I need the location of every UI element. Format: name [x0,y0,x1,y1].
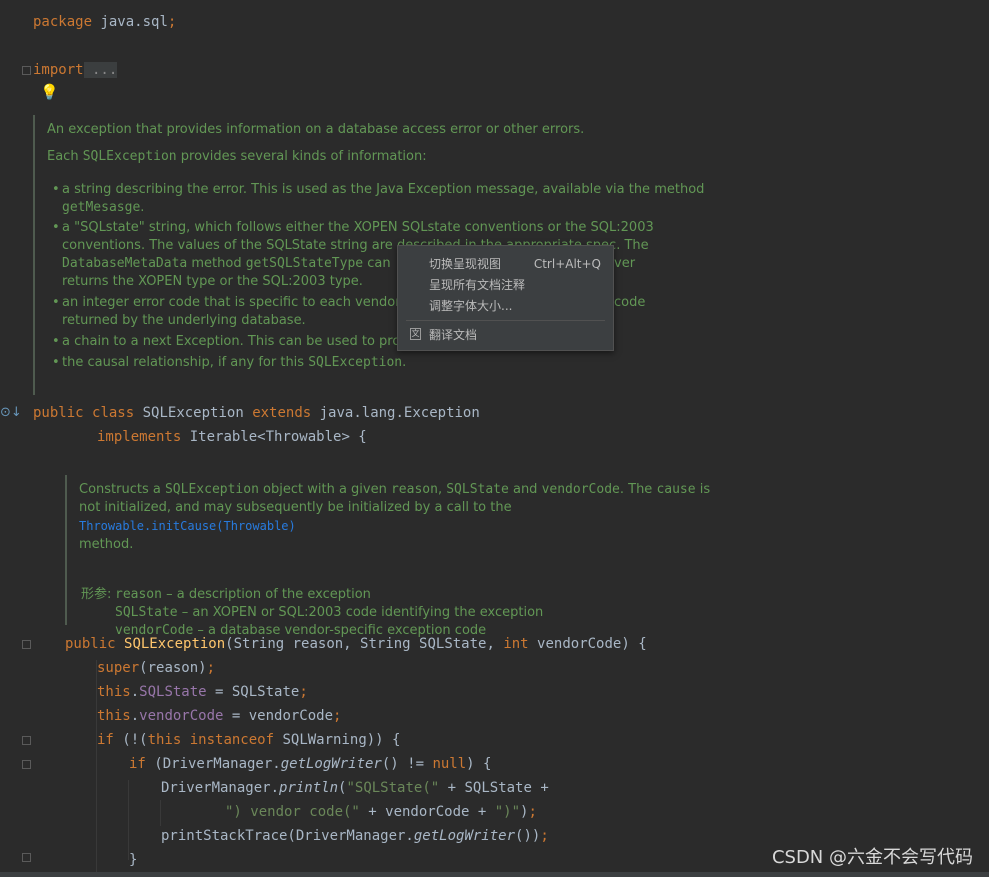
doc-paragraph: An exception that provides information o… [47,122,585,137]
menu-item-adjust-font-size[interactable]: 调整字体大小... [429,296,609,316]
code-line-stacktrace[interactable]: printStackTrace(DriverManager.getLogWrit… [161,827,549,845]
lightbulb-icon[interactable]: 💡 [40,83,59,101]
editor-gutter [0,0,28,877]
indent-guide [128,780,129,860]
code-line-super[interactable]: super(reason); [97,659,215,677]
fold-close-icon[interactable] [22,853,31,862]
doc-comment-bar [33,115,35,395]
doc-bullet: • a string describing the error. This is… [52,182,705,215]
code-line-package[interactable]: package java.sql; [33,13,176,31]
code-line-if-instanceof[interactable]: if (!(this instanceof SQLWarning)) { [97,731,400,749]
code-line-println-cont[interactable]: ") vendor code(" + vendorCode + ")"); [225,803,537,821]
code-line-import[interactable]: import ... [33,61,118,79]
code-line-class-decl[interactable]: public class SQLException extends java.l… [33,404,480,422]
code-line-implements[interactable]: implements Iterable<Throwable> { [97,428,367,446]
menu-item-translate-doc[interactable]: 翻译文档 [429,325,609,345]
doc-paragraph: Each SQLException provides several kinds… [47,149,427,164]
fold-if2-icon[interactable] [22,760,31,769]
fold-if1-icon[interactable] [22,736,31,745]
doc-context-menu: 切换呈现视图 Ctrl+Alt+Q 呈现所有文档注释 调整字体大小... 文 翻译… [397,245,614,351]
code-line-println[interactable]: DriverManager.println("SQLState(" + SQLS… [161,779,549,797]
code-line-if-logwriter[interactable]: if (DriverManager.getLogWriter() != null… [129,755,491,773]
doc-params: 形参: reason – a description of the except… [81,587,544,638]
code-line-close-brace[interactable]: } [129,851,137,869]
ctor-doc-comment[interactable]: Constructs a SQLException object with a … [79,481,719,640]
code-line-assign-sqlstate[interactable]: this.SQLState = SQLState; [97,683,308,701]
code-line-ctor[interactable]: public SQLException(String reason, Strin… [65,635,647,653]
menu-separator [406,320,605,321]
status-bar [0,872,989,877]
translate-icon: 文 [410,328,421,340]
implementation-gutter-icon[interactable]: ⊙↓ [0,405,22,420]
doc-comment-bar [65,475,67,625]
folded-imports: ... [83,62,118,78]
fold-import-icon[interactable] [22,66,31,75]
menu-item-render-all-docs[interactable]: 呈现所有文档注释 [429,275,609,295]
doc-bullet: • the causal relationship, if any for th… [52,355,407,370]
indent-guide [160,800,161,826]
menu-item-toggle-rendered-view[interactable]: 切换呈现视图 Ctrl+Alt+Q [429,254,609,274]
code-line-assign-vendorcode[interactable]: this.vendorCode = vendorCode; [97,707,341,725]
doc-link-initcause[interactable]: Throwable.initCause(Throwable) [79,519,296,533]
watermark: CSDN @六金不会写代码 [771,847,973,868]
fold-ctor-icon[interactable] [22,640,31,649]
